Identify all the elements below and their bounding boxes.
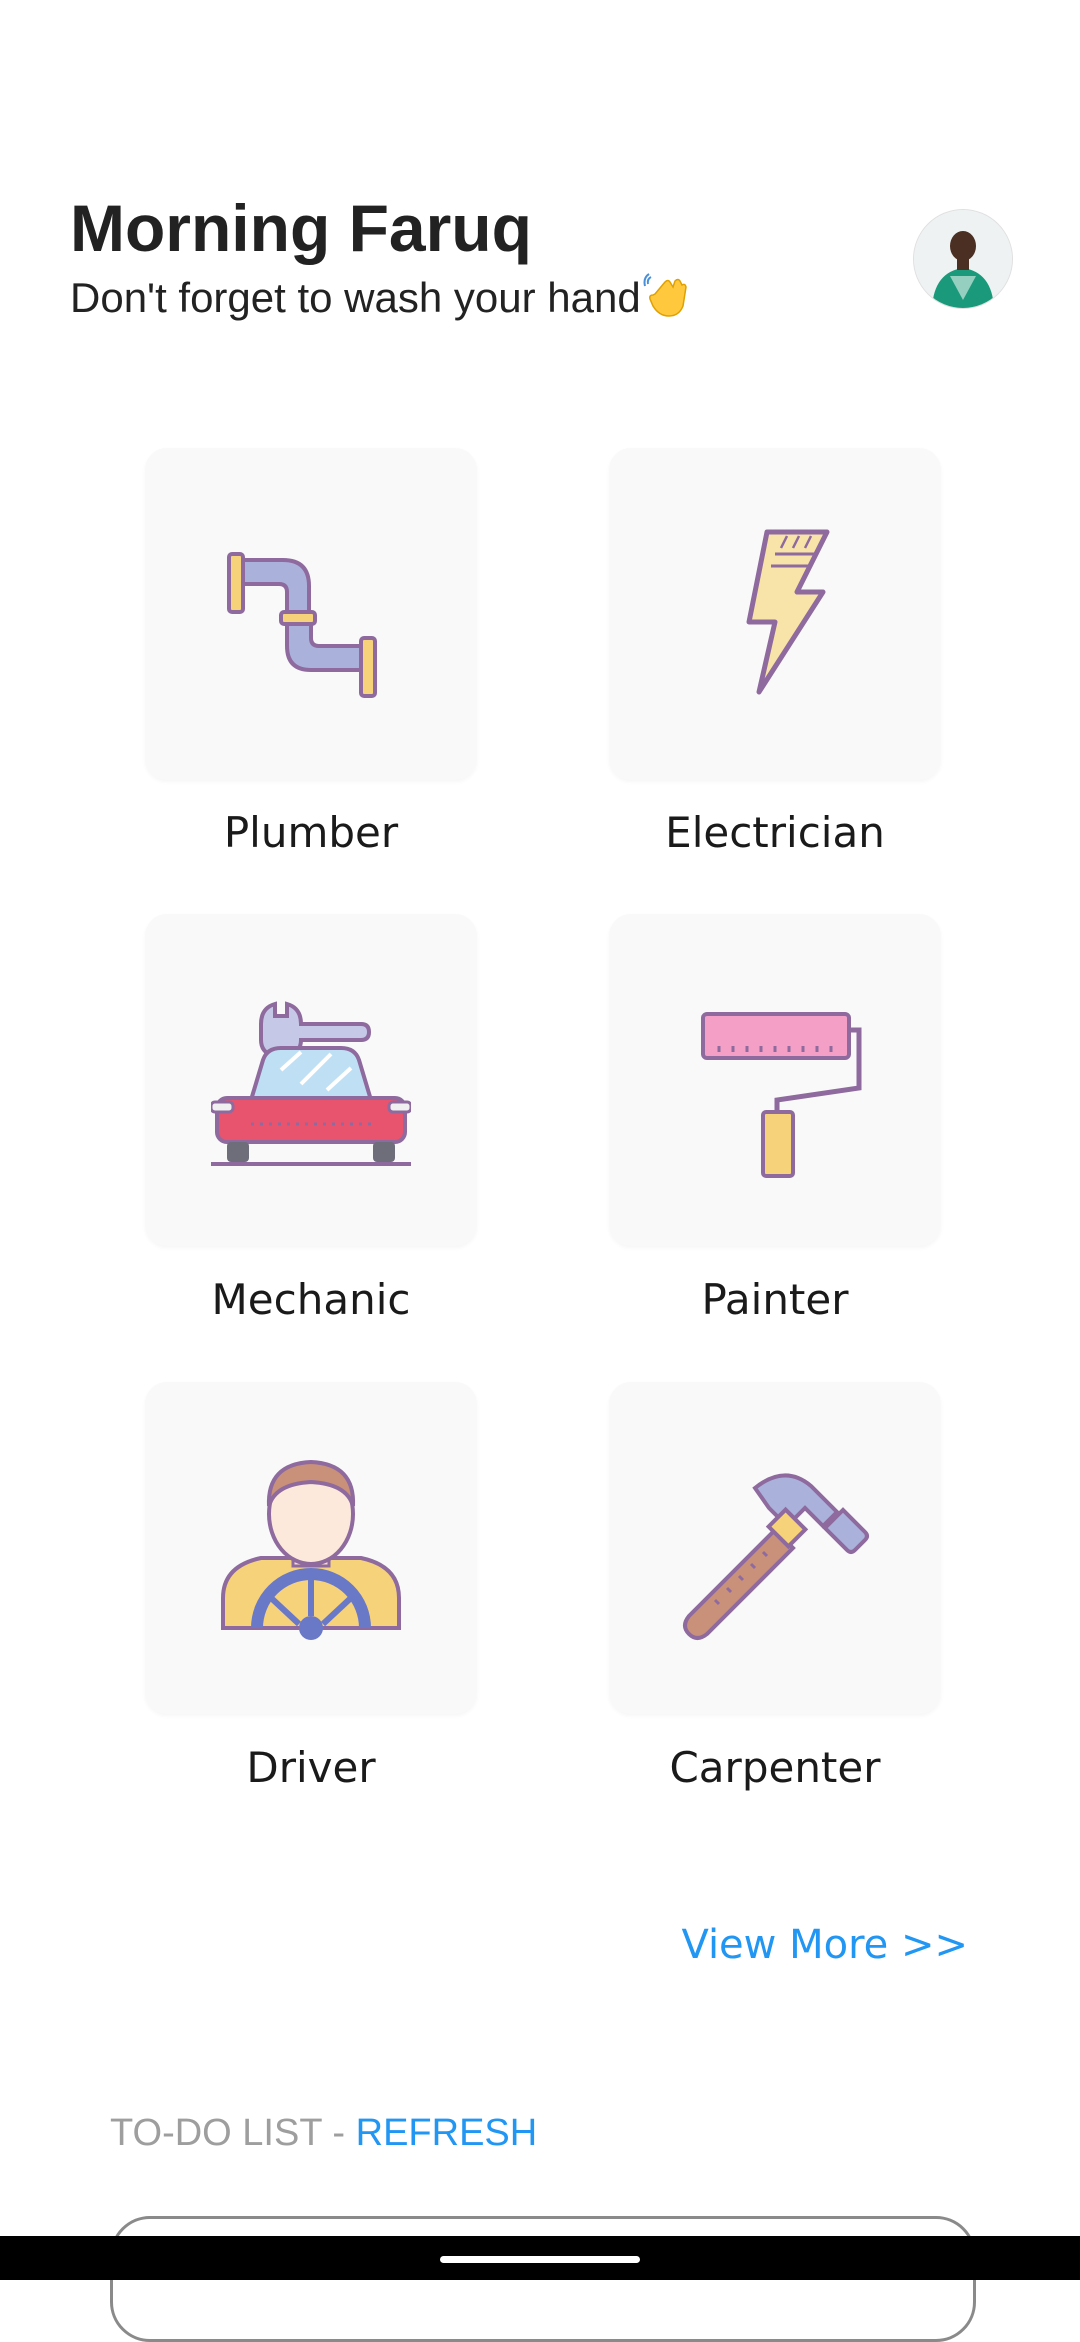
avatar[interactable] (914, 210, 1012, 308)
paint-roller-icon (701, 1012, 862, 1178)
todo-label: TO-DO LIST - (110, 2112, 356, 2154)
service-card-electrician[interactable] (609, 448, 941, 780)
driver-icon (221, 1459, 401, 1640)
lightning-icon (746, 529, 830, 695)
service-card-mechanic[interactable] (145, 914, 477, 1246)
greeting-subtitle: Don't forget to wash your hand (70, 272, 691, 322)
home-gesture-handle[interactable] (440, 2256, 640, 2263)
service-label: Carpenter (669, 1743, 881, 1792)
service-label: Painter (701, 1275, 849, 1324)
refresh-button[interactable]: REFRESH (356, 2112, 538, 2154)
waving-hand-icon (643, 273, 687, 317)
service-card-plumber[interactable] (145, 448, 477, 780)
service-label: Mechanic (211, 1275, 411, 1324)
service-label: Driver (246, 1743, 376, 1792)
car-wrench-icon (211, 1001, 411, 1166)
service-label: Plumber (223, 808, 399, 857)
service-label: Electrician (665, 808, 885, 857)
user-avatar-icon (914, 210, 1012, 308)
greeting-title: Morning Faruq (70, 191, 532, 265)
hammer-icon (683, 1473, 869, 1640)
service-card-driver[interactable] (145, 1382, 477, 1714)
service-card-painter[interactable] (609, 914, 941, 1246)
view-more-link[interactable]: View More >> (681, 1922, 968, 1968)
todo-header: TO-DO LIST - REFRESH (110, 2112, 537, 2155)
service-card-carpenter[interactable] (609, 1382, 941, 1714)
pipe-icon (227, 552, 377, 698)
